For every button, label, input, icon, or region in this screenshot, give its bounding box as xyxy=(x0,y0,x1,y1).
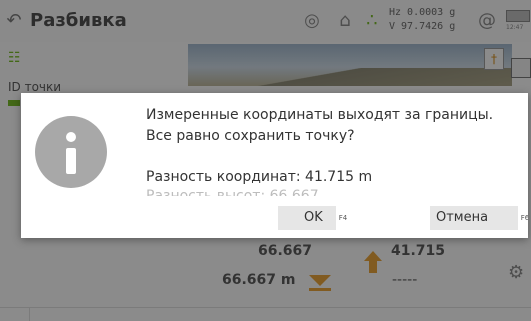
cancel-label: Отмена xyxy=(436,210,489,225)
info-icon xyxy=(35,116,107,188)
cancel-key-hint: F6 xyxy=(518,206,528,230)
dialog-message: Измеренные координаты выходят за границы… xyxy=(146,105,518,196)
message-line-1: Измеренные координаты выходят за границы… xyxy=(146,107,494,123)
ok-label: OK xyxy=(304,210,323,225)
cancel-button[interactable]: Отмена F6 xyxy=(430,206,528,230)
message-line-3: Разность координат: 41.715 m xyxy=(146,169,373,185)
ok-key-hint: F4 xyxy=(336,206,350,230)
message-line-2: Все равно сохранить точку? xyxy=(146,128,355,144)
message-line-4: Разность высот: 66.667 xyxy=(146,188,319,196)
ok-button[interactable]: OK F4 xyxy=(278,206,350,230)
warning-dialog: Измеренные координаты выходят за границы… xyxy=(21,93,528,238)
